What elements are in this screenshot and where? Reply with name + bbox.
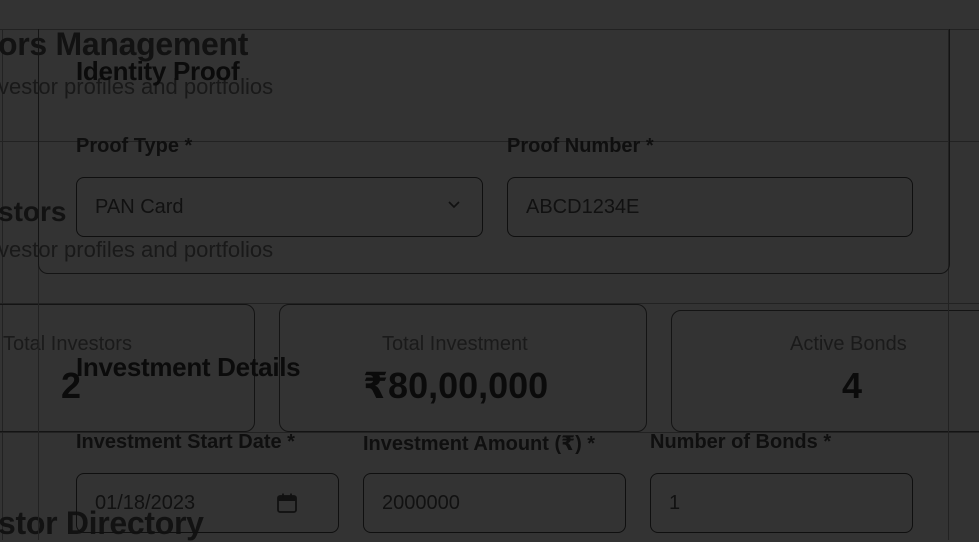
number-of-bonds-value: 1	[669, 491, 681, 514]
proof-number-value: ABCD1234E	[526, 195, 640, 218]
stat-card-total-investment: Total Investment ₹80,00,000	[279, 304, 647, 432]
start-date-value: 01/18/2023	[95, 491, 196, 514]
investment-amount-input[interactable]: 2000000	[363, 473, 626, 533]
calendar-icon[interactable]	[276, 492, 298, 514]
proof-number-label: Proof Number *	[507, 135, 654, 157]
proof-type-select[interactable]: PAN Card	[76, 177, 483, 237]
investment-amount-value: 2000000	[382, 491, 460, 514]
stat-label-active-bonds: Active Bonds	[790, 333, 907, 355]
chevron-down-icon	[448, 201, 460, 209]
stat-value-active-bonds: 4	[842, 365, 863, 406]
stat-card-active-bonds: Active Bonds 4	[671, 310, 979, 432]
investment-details-title: Investment Details	[76, 352, 301, 382]
proof-number-input[interactable]: ABCD1234E	[507, 177, 913, 237]
number-of-bonds-input[interactable]: 1	[650, 473, 913, 533]
number-of-bonds-label: Number of Bonds *	[650, 431, 832, 453]
stat-label-total-investment: Total Investment	[382, 333, 528, 355]
proof-type-label: Proof Type *	[76, 135, 193, 157]
start-date-input[interactable]: 01/18/2023	[76, 473, 339, 533]
proof-type-value: PAN Card	[95, 195, 184, 218]
stat-value-total-investment: ₹80,00,000	[363, 365, 549, 406]
investment-amount-label: Investment Amount (₹) *	[363, 433, 596, 455]
start-date-label: Investment Start Date *	[76, 431, 295, 453]
identity-proof-title: Identity Proof	[76, 56, 240, 86]
